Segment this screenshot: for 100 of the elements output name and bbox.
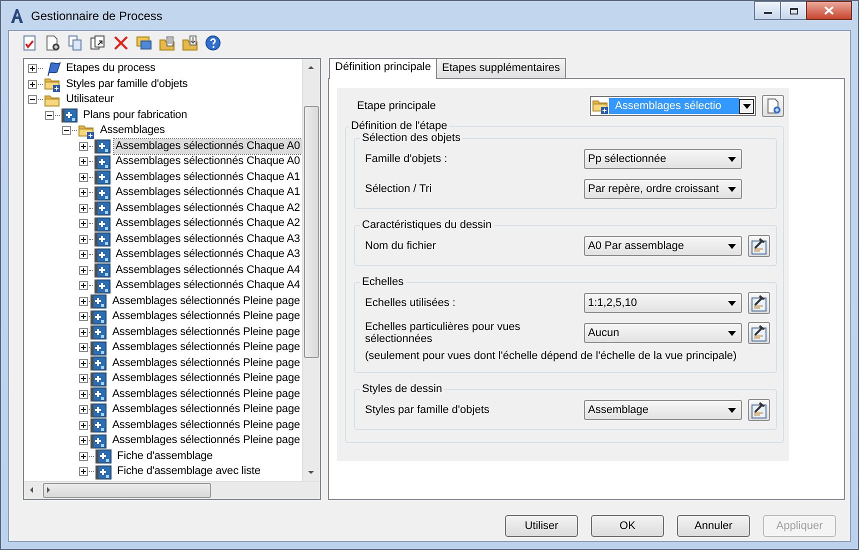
expand-toggle[interactable]: [79, 405, 88, 414]
tree-item[interactable]: Assemblages sélectionnés Chaque A3: [114, 247, 302, 262]
tree-item[interactable]: Assemblages sélectionnés Chaque A0: [114, 154, 302, 170]
toolbar-button[interactable]: [203, 33, 223, 53]
tree-item[interactable]: Assemblages sélectionnés Pleine page: [110, 418, 302, 433]
tree-item[interactable]: Assemblages sélectionnés Chaque A0: [114, 138, 302, 154]
tree-item[interactable]: Assemblages sélectionnés Pleine page: [110, 433, 302, 448]
expand-toggle[interactable]: [79, 157, 88, 166]
dropdown[interactable]: 1:1,2,5,10: [584, 293, 742, 313]
expand-toggle[interactable]: [79, 188, 88, 198]
window-title: Gestionnaire de Process: [31, 8, 164, 22]
tree-item[interactable]: Assemblages sélectionnés Chaque A3: [114, 232, 302, 247]
dialog-button[interactable]: OK: [591, 515, 664, 537]
edit-button[interactable]: [748, 322, 770, 344]
tree-item[interactable]: Assemblages sélectionnés Chaque A4: [114, 278, 302, 294]
expand-toggle[interactable]: [79, 467, 88, 476]
app-logo-icon: [9, 8, 25, 24]
tree-item[interactable]: Assemblages sélectionnés Pleine page: [110, 340, 302, 356]
expand-toggle[interactable]: [79, 452, 88, 461]
horizontal-scrollbar[interactable]: [24, 481, 320, 499]
tab[interactable]: Etapes supplémentaires: [436, 58, 566, 78]
dropdown[interactable]: Aucun: [584, 323, 742, 343]
dialog-button[interactable]: Annuler: [677, 515, 750, 537]
expand-toggle[interactable]: [79, 358, 88, 368]
toolbar-button[interactable]: [180, 33, 200, 53]
expand-toggle[interactable]: [79, 219, 88, 228]
expand-toggle[interactable]: [28, 80, 37, 89]
tree-item[interactable]: Assemblages sélectionnés Pleine page: [110, 386, 302, 402]
maximize-icon: [788, 6, 798, 14]
expand-toggle[interactable]: [79, 142, 88, 151]
hammer-icon: [750, 401, 768, 419]
dropdown[interactable]: Assemblage: [584, 400, 742, 420]
caret-icon: [728, 300, 736, 306]
plan-icon: [90, 324, 108, 340]
plus-icon: [79, 343, 88, 352]
vertical-scrollbar[interactable]: [302, 59, 320, 481]
plus-icon: [79, 296, 88, 306]
dropdown[interactable]: Pp sélectionnée: [584, 149, 742, 169]
collapse-toggle[interactable]: [45, 110, 54, 120]
tree-item[interactable]: Assemblages sélectionnés Pleine page: [110, 309, 302, 324]
tree-item[interactable]: Assemblages sélectionnés Chaque A2: [114, 216, 302, 232]
caret-icon: [728, 186, 736, 192]
new-step-button[interactable]: [762, 95, 784, 117]
expand-toggle[interactable]: [79, 172, 88, 182]
tree-item[interactable]: Fiche d'assemblage: [115, 448, 215, 464]
expand-toggle[interactable]: [79, 328, 88, 337]
tree-item[interactable]: Etapes du process: [64, 61, 158, 76]
folder-plus-icon: [592, 98, 609, 114]
tree-item[interactable]: Assemblages sélectionnés Chaque A4: [114, 262, 302, 278]
edit-button[interactable]: [748, 399, 770, 421]
expand-toggle[interactable]: [79, 390, 88, 399]
folder-import-icon: [182, 35, 198, 51]
dropdown[interactable]: Par repère, ordre croissant: [584, 179, 742, 199]
tree-item[interactable]: Assemblages sélectionnés Chaque A2: [114, 200, 302, 216]
tree-item[interactable]: Assemblages: [98, 123, 167, 138]
tree-item[interactable]: Assemblages sélectionnés Pleine page: [110, 402, 302, 418]
edit-button[interactable]: [748, 292, 770, 314]
dialog-button[interactable]: Utiliser: [505, 515, 578, 537]
expand-toggle[interactable]: [79, 374, 88, 384]
collapse-toggle[interactable]: [28, 95, 37, 104]
tree-item[interactable]: Utilisateur: [64, 92, 116, 108]
expand-toggle[interactable]: [79, 204, 88, 213]
expand-toggle[interactable]: [79, 312, 88, 322]
expand-toggle[interactable]: [79, 420, 88, 430]
plan-icon: [90, 355, 108, 372]
maximize-button[interactable]: [780, 1, 807, 20]
plus-icon: [79, 436, 88, 446]
tree-item[interactable]: Assemblages sélectionnés Pleine page: [110, 324, 302, 340]
expand-toggle[interactable]: [28, 64, 37, 74]
field-label: Nom du fichier: [365, 240, 437, 252]
expand-toggle[interactable]: [79, 281, 88, 290]
tree-item[interactable]: Assemblages sélectionnés Pleine page: [110, 356, 302, 371]
close-button[interactable]: [806, 1, 852, 20]
field-label: Styles par famille d'objets: [365, 404, 490, 416]
tree-item[interactable]: Assemblages sélectionnés Chaque A1: [114, 170, 302, 185]
tree-item[interactable]: Assemblages sélectionnés Chaque A1: [114, 185, 302, 200]
tab[interactable]: Définition principale: [329, 58, 437, 79]
plan-icon: [90, 340, 108, 356]
edit-button[interactable]: [748, 235, 770, 257]
expand-toggle[interactable]: [79, 266, 88, 275]
tree-item[interactable]: Assemblages sélectionnés Pleine page: [110, 371, 302, 386]
tree-item[interactable]: Plans pour fabrication: [81, 108, 190, 123]
tree-item[interactable]: Styles par famille d'objets: [64, 76, 190, 92]
collapse-toggle[interactable]: [62, 126, 71, 136]
plan-icon: [95, 464, 112, 480]
expand-toggle[interactable]: [79, 436, 88, 446]
tree-item[interactable]: Assemblages sélectionnés Pleine page: [110, 294, 302, 309]
expand-toggle[interactable]: [79, 296, 88, 306]
field-label: Famille d'objets :: [365, 153, 448, 165]
hammer-icon: [750, 294, 768, 312]
expand-toggle[interactable]: [79, 343, 88, 352]
plan-icon: [94, 184, 111, 201]
minimize-button[interactable]: [754, 1, 781, 20]
dropdown[interactable]: A0 Par assemblage: [584, 236, 742, 256]
expand-toggle[interactable]: [79, 234, 88, 244]
help-icon: [205, 35, 221, 51]
tree-item[interactable]: Fiche d'assemblage avec liste: [115, 464, 262, 480]
folder-plus-icon: [44, 76, 61, 92]
plus-icon: [79, 390, 88, 399]
expand-toggle[interactable]: [79, 250, 88, 260]
